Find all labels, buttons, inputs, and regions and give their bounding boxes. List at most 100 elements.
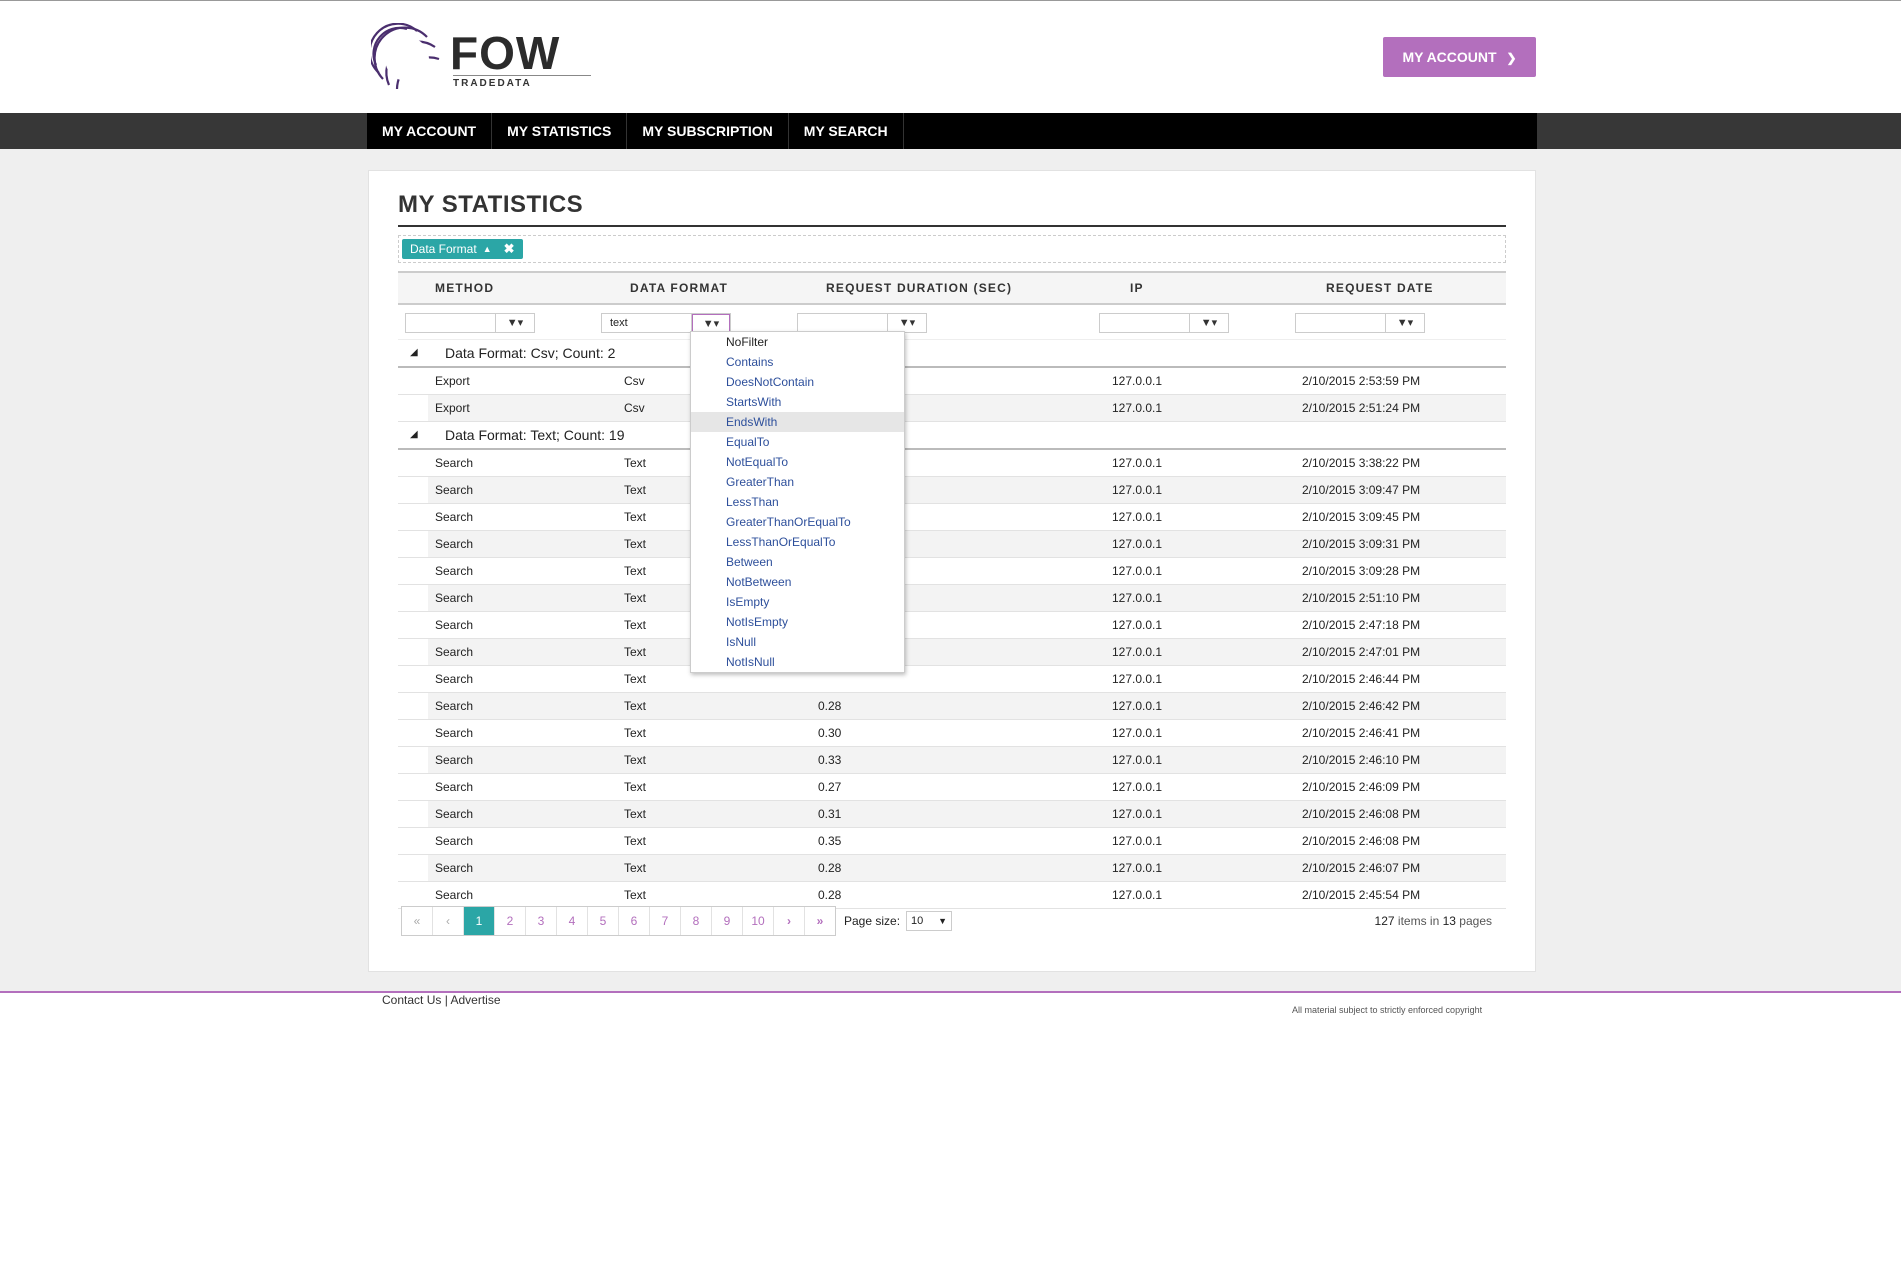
table-row[interactable]: Search Text 127.0.0.1 2/10/2015 3:09:47 PM xyxy=(398,477,1506,504)
table-row[interactable]: Search Text 0.28 127.0.0.1 2/10/2015 2:46:07… xyxy=(398,855,1506,882)
filter-option-isnull[interactable]: IsNull xyxy=(691,632,904,652)
filter-option-notequalto[interactable]: NotEqualTo xyxy=(691,452,904,472)
page-1-button[interactable]: 1 xyxy=(464,907,495,935)
fow-logo[interactable]: FOW TRADEDATA xyxy=(371,23,601,93)
cell-method: Search xyxy=(435,834,474,848)
filter-option-isempty[interactable]: IsEmpty xyxy=(691,592,904,612)
column-header-ip[interactable]: IP xyxy=(1130,273,1144,303)
page-2-button[interactable]: 2 xyxy=(495,907,526,935)
close-icon[interactable]: ✖ xyxy=(504,239,515,259)
first-page-icon[interactable]: « xyxy=(402,907,433,935)
filter-option-notisnull[interactable]: NotIsNull xyxy=(691,652,904,672)
cell-ip: 127.0.0.1 xyxy=(1112,861,1163,875)
page-10-button[interactable]: 10 xyxy=(743,907,774,935)
advertise-link[interactable]: Advertise xyxy=(451,993,501,1007)
filter-request-duration: ▼▾ xyxy=(797,313,927,333)
filter-icon[interactable]: ▼▾ xyxy=(496,314,534,332)
cell-ip: 127.0.0.1 xyxy=(1112,591,1163,605)
filter-option-equalto[interactable]: EqualTo xyxy=(691,432,904,452)
cell-request-duration: 0.31 xyxy=(818,807,842,821)
table-row[interactable]: Search Text 0.28 127.0.0.1 2/10/2015 2:46:42… xyxy=(398,693,1506,720)
table-row[interactable]: Search Text 0.30 127.0.0.1 2/10/2015 2:46:41… xyxy=(398,720,1506,747)
statistics-grid: METHOD DATA FORMAT REQUEST DURATION (SEC… xyxy=(398,271,1506,909)
nav-my-search[interactable]: MY SEARCH xyxy=(789,113,904,149)
column-header-request-date[interactable]: REQUEST DATE xyxy=(1326,273,1434,303)
filter-request-duration-input[interactable] xyxy=(798,314,888,332)
table-row[interactable]: Search Text 127.0.0.1 2/10/2015 2:51:10 PM xyxy=(398,585,1506,612)
page-9-button[interactable]: 9 xyxy=(712,907,743,935)
cell-method: Search xyxy=(435,888,474,902)
filter-option-lessthan[interactable]: LessThan xyxy=(691,492,904,512)
last-page-icon[interactable]: » xyxy=(805,907,835,935)
filter-icon[interactable]: ▼▾ xyxy=(692,314,730,332)
table-row[interactable]: Search Text 0.35 127.0.0.1 2/10/2015 2:46:08… xyxy=(398,828,1506,855)
nav-my-subscription[interactable]: MY SUBSCRIPTION xyxy=(627,113,789,149)
collapse-arrow-icon[interactable]: ◢ xyxy=(410,340,418,366)
filter-option-greaterthanorequalto[interactable]: GreaterThanOrEqualTo xyxy=(691,512,904,532)
nav-my-statistics[interactable]: MY STATISTICS xyxy=(492,113,628,149)
table-row[interactable]: Search Text 0.33 127.0.0.1 2/10/2015 2:46:10… xyxy=(398,747,1506,774)
filter-option-lessthanorequalto[interactable]: LessThanOrEqualTo xyxy=(691,532,904,552)
table-row[interactable]: Search Text 127.0.0.1 2/10/2015 3:09:31 PM xyxy=(398,531,1506,558)
filter-option-contains[interactable]: Contains xyxy=(691,352,904,372)
page-3-button[interactable]: 3 xyxy=(526,907,557,935)
filter-method-input[interactable] xyxy=(406,314,496,332)
table-row[interactable]: Search Text 127.0.0.1 2/10/2015 3:38:22 PM xyxy=(398,450,1506,477)
page-6-button[interactable]: 6 xyxy=(619,907,650,935)
filter-request-date-input[interactable] xyxy=(1296,314,1386,332)
filter-option-startswith[interactable]: StartsWith xyxy=(691,392,904,412)
group-panel[interactable]: Data Format ▲ ✖ xyxy=(398,235,1506,263)
filter-icon[interactable]: ▼▾ xyxy=(888,314,926,332)
filter-data-format-input[interactable]: text xyxy=(602,314,692,332)
table-row[interactable]: Search Text 127.0.0.1 2/10/2015 2:46:44 PM xyxy=(398,666,1506,693)
table-row[interactable]: Search Text 0.28 127.0.0.1 2/10/2015 2:45:54… xyxy=(398,882,1506,909)
page-title: MY STATISTICS xyxy=(398,191,584,218)
prev-page-icon[interactable]: ‹ xyxy=(433,907,464,935)
cell-ip: 127.0.0.1 xyxy=(1112,564,1163,578)
cell-request-date: 2/10/2015 2:53:59 PM xyxy=(1302,374,1421,388)
page-8-button[interactable]: 8 xyxy=(681,907,712,935)
group-chip-data-format[interactable]: Data Format ▲ ✖ xyxy=(402,239,523,259)
table-row[interactable]: Search Text 127.0.0.1 2/10/2015 2:47:01 PM xyxy=(398,639,1506,666)
column-header-request-duration[interactable]: REQUEST DURATION (SEC) xyxy=(826,273,1012,303)
table-row[interactable]: Search Text 127.0.0.1 2/10/2015 3:09:28 PM xyxy=(398,558,1506,585)
cell-method: Search xyxy=(435,807,474,821)
table-row[interactable]: Export Csv 127.0.0.1 2/10/2015 2:53:59 PM xyxy=(398,368,1506,395)
cell-ip: 127.0.0.1 xyxy=(1112,401,1163,415)
next-page-icon[interactable]: › xyxy=(774,907,805,935)
filter-ip-input[interactable] xyxy=(1100,314,1190,332)
footer-links: Contact Us | Advertise xyxy=(382,993,501,1007)
table-row[interactable]: Search Text 127.0.0.1 2/10/2015 3:09:45 PM xyxy=(398,504,1506,531)
page-5-button[interactable]: 5 xyxy=(588,907,619,935)
filter-icon[interactable]: ▼▾ xyxy=(1190,314,1228,332)
filter-operator-menu: NoFilter Contains DoesNotContain StartsWith… xyxy=(690,331,905,673)
filter-option-doesnotcontain[interactable]: DoesNotContain xyxy=(691,372,904,392)
column-header-data-format[interactable]: DATA FORMAT xyxy=(630,273,728,303)
items-total: 127 xyxy=(1374,914,1395,928)
filter-option-notisempty[interactable]: NotIsEmpty xyxy=(691,612,904,632)
page-7-button[interactable]: 7 xyxy=(650,907,681,935)
page-4-button[interactable]: 4 xyxy=(557,907,588,935)
table-row[interactable]: Search Text 0.27 127.0.0.1 2/10/2015 2:46:09… xyxy=(398,774,1506,801)
table-row[interactable]: Search Text 0.31 127.0.0.1 2/10/2015 2:46:08… xyxy=(398,801,1506,828)
filter-option-endswith[interactable]: EndsWith xyxy=(691,412,904,432)
filter-option-notbetween[interactable]: NotBetween xyxy=(691,572,904,592)
table-row[interactable]: Export Csv 127.0.0.1 2/10/2015 2:51:24 PM xyxy=(398,395,1506,422)
filter-option-nofilter[interactable]: NoFilter xyxy=(691,332,904,352)
filter-option-between[interactable]: Between xyxy=(691,552,904,572)
cell-request-date: 2/10/2015 2:51:10 PM xyxy=(1302,591,1421,605)
my-account-dropdown-button[interactable]: MY ACCOUNT ❯ xyxy=(1383,37,1536,77)
caret-up-icon[interactable]: ▲ xyxy=(483,239,492,259)
table-row[interactable]: Search Text 127.0.0.1 2/10/2015 2:47:18 PM xyxy=(398,612,1506,639)
filter-option-greaterthan[interactable]: GreaterThan xyxy=(691,472,904,492)
cell-data-format: Text xyxy=(624,807,647,821)
contact-us-link[interactable]: Contact Us xyxy=(382,993,441,1007)
cell-data-format: Text xyxy=(624,456,647,470)
filter-ip: ▼▾ xyxy=(1099,313,1229,333)
nav-my-account[interactable]: MY ACCOUNT xyxy=(367,113,493,149)
page-size-select[interactable]: 10 ▼ xyxy=(906,911,952,931)
collapse-arrow-icon[interactable]: ◢ xyxy=(410,422,418,448)
group-title: Data Format: Text; Count: 19 xyxy=(445,427,625,443)
column-header-method[interactable]: METHOD xyxy=(435,273,494,303)
filter-icon[interactable]: ▼▾ xyxy=(1386,314,1424,332)
